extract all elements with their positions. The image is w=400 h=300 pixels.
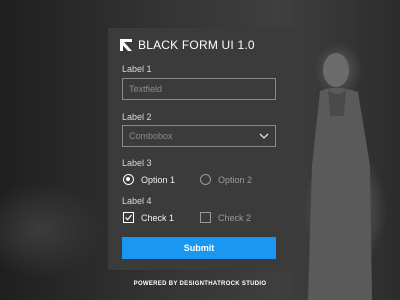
radio-option-2[interactable]: Option 2 [200, 174, 252, 185]
background-person-silhouette [308, 53, 372, 300]
checkbox-unchecked-icon[interactable] [200, 212, 211, 223]
checkbox-2[interactable]: Check 2 [200, 212, 251, 223]
form-header: BLACK FORM UI 1.0 [120, 37, 255, 53]
checkbox-1-label: Check 1 [141, 212, 175, 223]
text-field[interactable] [122, 78, 276, 100]
combobox[interactable]: Combobox [122, 125, 276, 147]
label-4: Label 4 [122, 196, 152, 206]
combobox-value: Combobox [129, 131, 173, 141]
form-card: BLACK FORM UI 1.0 Label 1 Label 2 Combob… [108, 28, 292, 270]
radio-selected-icon[interactable] [123, 174, 134, 185]
checkmark-icon [125, 214, 132, 221]
footer-credit: POWERED BY DESIGNTHATROCK STUDIO [133, 281, 267, 287]
checkbox-1[interactable]: Check 1 [123, 212, 174, 223]
radio-option-1[interactable]: Option 1 [123, 174, 175, 185]
radio-unselected-icon[interactable] [200, 174, 211, 185]
radio-option-2-label: Option 2 [218, 174, 253, 185]
radio-option-1-label: Option 1 [141, 174, 176, 185]
checkbox-2-label: Check 2 [218, 212, 252, 223]
checkbox-checked-icon[interactable] [123, 212, 134, 223]
label-3: Label 3 [122, 158, 152, 168]
form-title: BLACK FORM UI 1.0 [138, 38, 255, 52]
submit-button[interactable]: Submit [122, 237, 276, 259]
label-2: Label 2 [122, 112, 152, 122]
brand-logo-icon [120, 39, 132, 51]
label-1: Label 1 [122, 64, 152, 74]
text-field-input[interactable] [129, 84, 269, 94]
chevron-down-icon [259, 133, 269, 139]
